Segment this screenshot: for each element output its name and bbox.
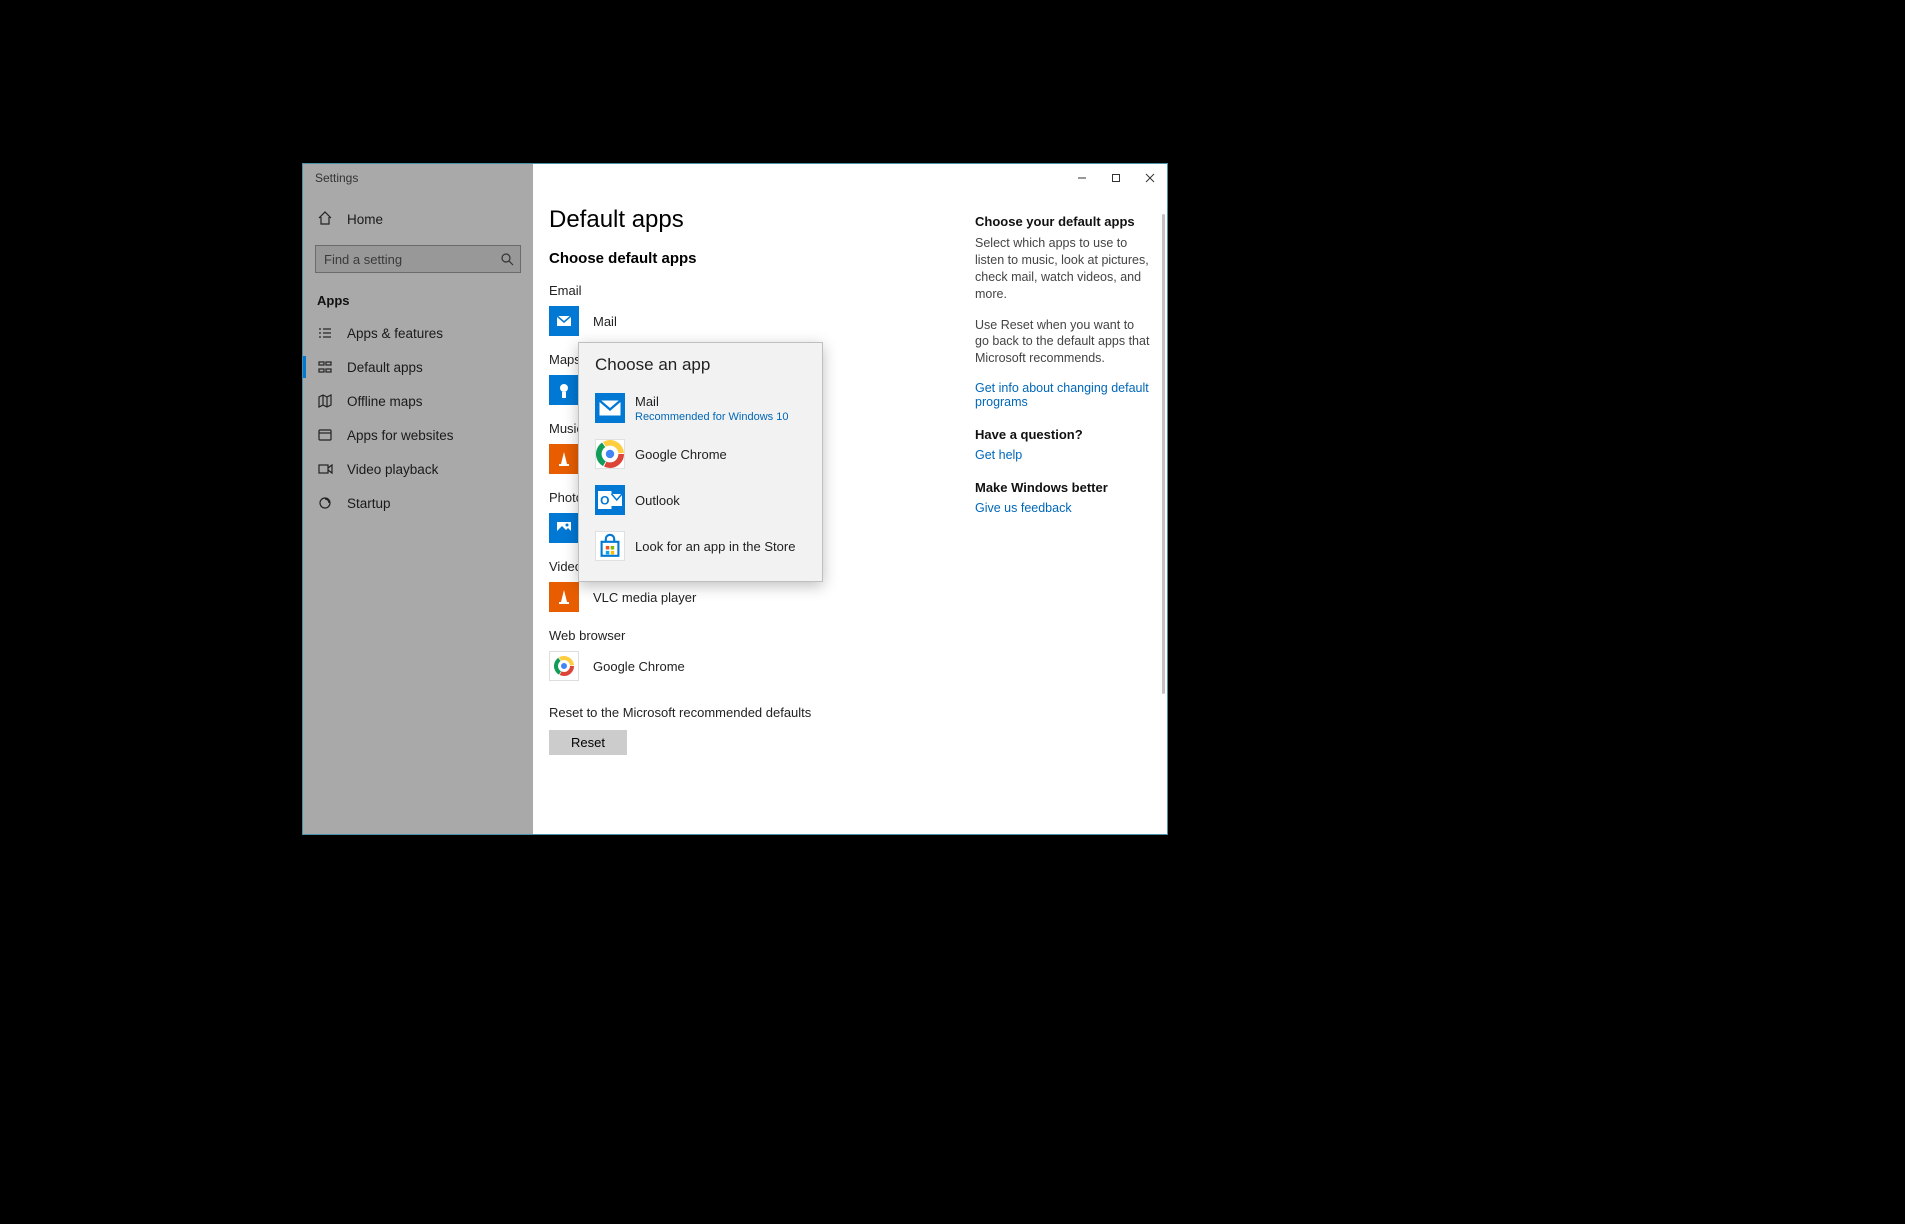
chrome-icon bbox=[595, 439, 625, 469]
reset-description: Reset to the Microsoft recommended defau… bbox=[549, 705, 957, 720]
popup-option-chrome[interactable]: Google Chrome bbox=[579, 431, 822, 477]
sidebar-item-offline-maps[interactable]: Offline maps bbox=[303, 384, 533, 418]
search-icon bbox=[500, 252, 514, 266]
svg-text:O: O bbox=[600, 494, 609, 508]
titlebar[interactable]: Settings bbox=[303, 164, 1167, 192]
default-video-app[interactable]: VLC media player bbox=[549, 582, 957, 612]
nav-label: Apps & features bbox=[347, 326, 443, 341]
category-email-label: Email bbox=[549, 283, 957, 298]
help-heading-2: Have a question? bbox=[975, 427, 1151, 442]
home-icon bbox=[317, 210, 333, 229]
default-email-app[interactable]: Mail bbox=[549, 306, 957, 336]
app-name: Mail bbox=[593, 314, 617, 329]
help-link-info[interactable]: Get info about changing default programs bbox=[975, 381, 1151, 409]
window-title: Settings bbox=[315, 171, 358, 185]
mail-icon bbox=[595, 393, 625, 423]
nav-label: Default apps bbox=[347, 360, 423, 375]
list-icon bbox=[317, 325, 333, 341]
home-label: Home bbox=[347, 212, 383, 227]
chrome-icon bbox=[549, 651, 579, 681]
store-icon bbox=[595, 531, 625, 561]
popup-option-label: Look for an app in the Store bbox=[635, 539, 795, 554]
app-name: Google Chrome bbox=[593, 659, 685, 674]
popup-title: Choose an app bbox=[579, 343, 822, 385]
home-nav[interactable]: Home bbox=[303, 202, 533, 237]
sidebar-item-apps-websites[interactable]: Apps for websites bbox=[303, 418, 533, 452]
maximize-button[interactable] bbox=[1099, 164, 1133, 192]
defaults-icon bbox=[317, 359, 333, 375]
popup-option-store[interactable]: Look for an app in the Store bbox=[579, 523, 822, 569]
search-placeholder: Find a setting bbox=[324, 252, 402, 267]
nav-label: Startup bbox=[347, 496, 391, 511]
app-name: VLC media player bbox=[593, 590, 696, 605]
popup-option-label: Google Chrome bbox=[635, 447, 727, 462]
map-icon bbox=[317, 393, 333, 409]
help-text-2: Use Reset when you want to go back to th… bbox=[975, 317, 1151, 368]
scrollbar[interactable] bbox=[1162, 214, 1165, 694]
websites-icon bbox=[317, 427, 333, 443]
mail-icon bbox=[549, 306, 579, 336]
sidebar: Home Find a setting Apps Apps & features bbox=[303, 192, 533, 834]
help-heading-3: Make Windows better bbox=[975, 480, 1151, 495]
search-input[interactable]: Find a setting bbox=[315, 245, 521, 273]
get-help-link[interactable]: Get help bbox=[975, 448, 1151, 462]
popup-option-outlook[interactable]: O Outlook bbox=[579, 477, 822, 523]
page-title: Default apps bbox=[549, 206, 957, 234]
category-label: Apps bbox=[303, 283, 533, 316]
nav-label: Video playback bbox=[347, 462, 438, 477]
feedback-link[interactable]: Give us feedback bbox=[975, 501, 1151, 515]
close-button[interactable] bbox=[1133, 164, 1167, 192]
vlc-icon bbox=[549, 582, 579, 612]
category-browser-label: Web browser bbox=[549, 628, 957, 643]
popup-option-mail[interactable]: Mail Recommended for Windows 10 bbox=[579, 385, 822, 431]
default-browser-app[interactable]: Google Chrome bbox=[549, 651, 957, 681]
nav-label: Apps for websites bbox=[347, 428, 454, 443]
photos-icon bbox=[549, 513, 579, 543]
maps-app-icon bbox=[549, 375, 579, 405]
section-heading: Choose default apps bbox=[549, 250, 957, 267]
help-heading-1: Choose your default apps bbox=[975, 214, 1151, 229]
startup-icon bbox=[317, 495, 333, 511]
sidebar-item-apps-features[interactable]: Apps & features bbox=[303, 316, 533, 350]
sidebar-item-startup[interactable]: Startup bbox=[303, 486, 533, 520]
popup-option-sub: Recommended for Windows 10 bbox=[635, 411, 788, 423]
outlook-icon: O bbox=[595, 485, 625, 515]
minimize-button[interactable] bbox=[1065, 164, 1099, 192]
popup-option-label: Outlook bbox=[635, 493, 680, 508]
nav-label: Offline maps bbox=[347, 394, 423, 409]
reset-button[interactable]: Reset bbox=[549, 730, 627, 755]
vlc-icon bbox=[549, 444, 579, 474]
help-panel: Choose your default apps Select which ap… bbox=[967, 206, 1167, 820]
help-text-1: Select which apps to use to listen to mu… bbox=[975, 235, 1151, 303]
popup-option-label: Mail bbox=[635, 394, 788, 409]
video-icon bbox=[317, 461, 333, 477]
choose-app-popup: Choose an app Mail Recommended for Windo… bbox=[578, 342, 823, 582]
sidebar-item-video-playback[interactable]: Video playback bbox=[303, 452, 533, 486]
sidebar-item-default-apps[interactable]: Default apps bbox=[303, 350, 533, 384]
